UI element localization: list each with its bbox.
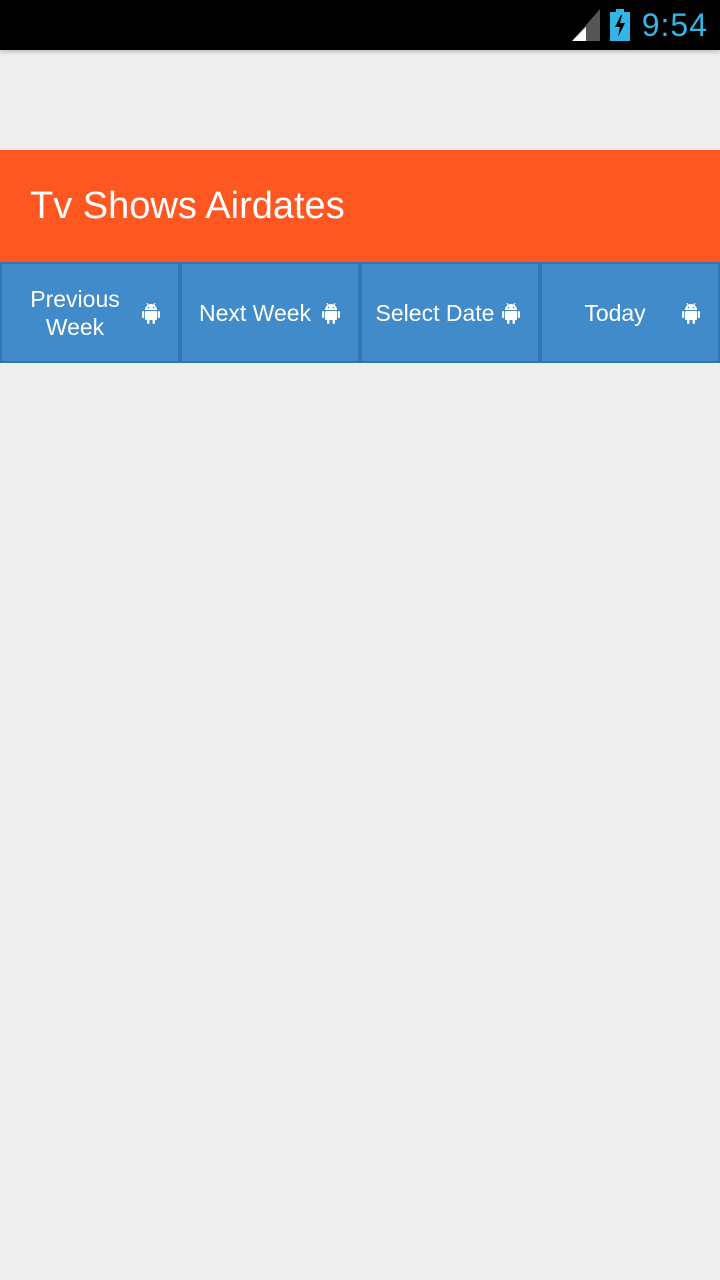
select-date-button[interactable]: Select Date [360, 262, 540, 363]
android-icon [142, 302, 160, 324]
battery-charging-icon [609, 9, 630, 41]
button-bar: Previous Week Next Week Select Date Toda… [0, 262, 720, 363]
clock: 9:54 [641, 6, 708, 43]
today-button[interactable]: Today [540, 262, 720, 363]
signal-icon [571, 9, 600, 41]
status-bar: 9:54 [0, 0, 720, 50]
today-label: Today [584, 299, 646, 326]
previous-week-button[interactable]: Previous Week [0, 262, 180, 363]
app-header: Tv Shows Airdates [0, 150, 720, 262]
next-week-label: Next Week [198, 299, 312, 326]
previous-week-label: Previous Week [30, 285, 120, 340]
select-date-label: Select Date [375, 299, 495, 326]
page-title: Tv Shows Airdates [30, 184, 345, 227]
android-icon [682, 302, 700, 324]
android-icon [322, 302, 340, 324]
next-week-button[interactable]: Next Week [180, 262, 360, 363]
android-icon [502, 302, 520, 324]
